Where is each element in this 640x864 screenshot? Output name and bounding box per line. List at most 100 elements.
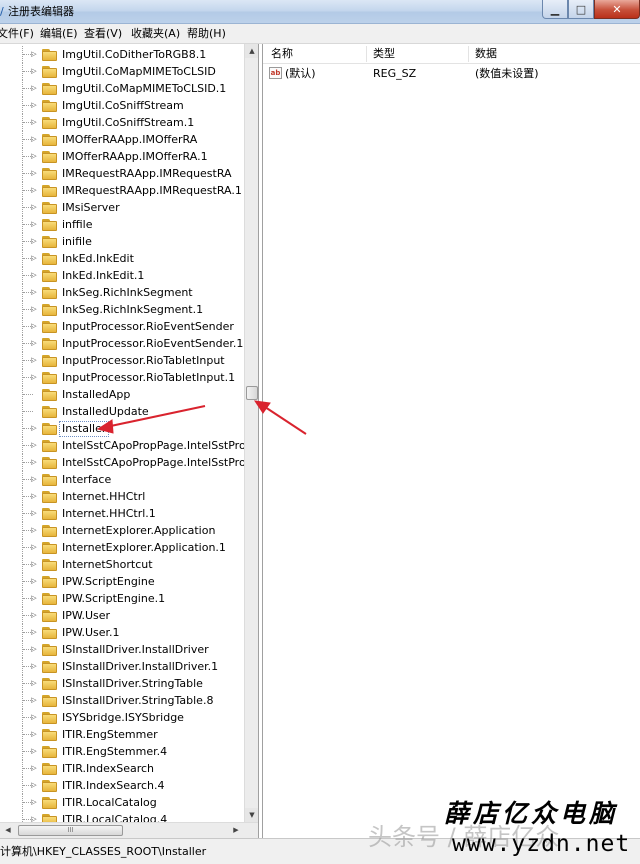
column-divider[interactable] bbox=[468, 46, 469, 62]
scroll-right-arrow-icon[interactable]: ▶ bbox=[228, 823, 244, 838]
tree-node[interactable]: ▷ ImgUtil.CoSniffStream bbox=[0, 97, 244, 114]
tree-node[interactable]: ▷ InkEd.InkEdit bbox=[0, 250, 244, 267]
expand-triangle-icon[interactable]: ▷ bbox=[30, 577, 38, 586]
scroll-up-arrow-icon[interactable]: ▲ bbox=[245, 44, 258, 58]
expand-triangle-icon[interactable]: ▷ bbox=[30, 509, 38, 518]
expand-triangle-icon[interactable]: ▷ bbox=[30, 475, 38, 484]
menu-file[interactable]: 文件(F) bbox=[0, 27, 34, 41]
expand-triangle-icon[interactable]: ▷ bbox=[30, 424, 38, 433]
tree-node[interactable]: InstalledApp bbox=[0, 386, 244, 403]
tree-node[interactable]: ▷ ITIR.LocalCatalog bbox=[0, 794, 244, 811]
column-header-name[interactable]: 名称 bbox=[271, 47, 293, 61]
maximize-button[interactable]: □ bbox=[568, 0, 594, 19]
expand-triangle-icon[interactable]: ▷ bbox=[30, 611, 38, 620]
expand-triangle-icon[interactable]: ▷ bbox=[30, 747, 38, 756]
expand-triangle-icon[interactable]: ▷ bbox=[30, 781, 38, 790]
value-row[interactable]: ab (默认) REG_SZ (数值未设置) bbox=[263, 65, 640, 82]
tree-node[interactable]: ▷ Interface bbox=[0, 471, 244, 488]
tree-node[interactable]: ▷ ITIR.EngStemmer bbox=[0, 726, 244, 743]
tree-node[interactable]: ▷ ISYSbridge.ISYSbridge bbox=[0, 709, 244, 726]
tree-node[interactable]: ▷ IntelSstCApoPropPage.IntelSstPropPa bbox=[0, 437, 244, 454]
tree-node[interactable]: ▷ ImgUtil.CoMapMIMEToCLSID bbox=[0, 63, 244, 80]
horizontal-scroll-thumb[interactable]: III bbox=[18, 825, 123, 836]
expand-triangle-icon[interactable]: ▷ bbox=[30, 441, 38, 450]
tree-node[interactable]: ▷ IntelSstCApoPropPage.IntelSstPropPa bbox=[0, 454, 244, 471]
tree-node[interactable]: ▷ ISInstallDriver.StringTable bbox=[0, 675, 244, 692]
scroll-left-arrow-icon[interactable]: ◀ bbox=[0, 823, 16, 838]
expand-triangle-icon[interactable]: ▷ bbox=[30, 492, 38, 501]
tree-node[interactable]: ▷ InputProcessor.RioEventSender bbox=[0, 318, 244, 335]
tree-node[interactable]: ▷ Internet.HHCtrl.1 bbox=[0, 505, 244, 522]
tree-node[interactable]: ▷ InputProcessor.RioEventSender.1 bbox=[0, 335, 244, 352]
minimize-button[interactable]: ▁ bbox=[542, 0, 568, 19]
expand-triangle-icon[interactable]: ▷ bbox=[30, 339, 38, 348]
expand-triangle-icon[interactable]: ▷ bbox=[30, 713, 38, 722]
expand-triangle-icon[interactable]: ▷ bbox=[30, 118, 38, 127]
tree-node[interactable]: ▷ InkSeg.RichInkSegment.1 bbox=[0, 301, 244, 318]
expand-triangle-icon[interactable]: ▷ bbox=[30, 356, 38, 365]
tree-node[interactable]: ▷ ISInstallDriver.StringTable.8 bbox=[0, 692, 244, 709]
tree-node[interactable]: ▷ inffile bbox=[0, 216, 244, 233]
expand-triangle-icon[interactable]: ▷ bbox=[30, 560, 38, 569]
expand-triangle-icon[interactable]: ▷ bbox=[30, 458, 38, 467]
expand-triangle-icon[interactable]: ▷ bbox=[30, 764, 38, 773]
expand-triangle-icon[interactable]: ▷ bbox=[30, 679, 38, 688]
vertical-scroll-thumb[interactable] bbox=[246, 386, 258, 400]
tree-node[interactable]: ▷ IMOfferRAApp.IMOfferRA bbox=[0, 131, 244, 148]
expand-triangle-icon[interactable]: ▷ bbox=[30, 186, 38, 195]
tree-node[interactable]: ▷ InternetExplorer.Application.1 bbox=[0, 539, 244, 556]
expand-triangle-icon[interactable]: ▷ bbox=[30, 220, 38, 229]
expand-triangle-icon[interactable]: ▷ bbox=[30, 628, 38, 637]
key-tree[interactable]: ▷ ImgUtil.CoDitherToRGB8.1 ▷ ImgUtil.CoMapM… bbox=[0, 44, 244, 822]
tree-node[interactable]: ▷ inifile bbox=[0, 233, 244, 250]
expand-triangle-icon[interactable]: ▷ bbox=[30, 526, 38, 535]
column-divider[interactable] bbox=[366, 46, 367, 62]
expand-triangle-icon[interactable]: ▷ bbox=[30, 152, 38, 161]
tree-node[interactable]: ▷ ITIR.LocalCatalog.4 bbox=[0, 811, 244, 822]
expand-triangle-icon[interactable]: ▷ bbox=[30, 305, 38, 314]
tree-node[interactable]: ▷ InputProcessor.RioTabletInput.1 bbox=[0, 369, 244, 386]
expand-triangle-icon[interactable]: ▷ bbox=[30, 322, 38, 331]
expand-triangle-icon[interactable]: ▷ bbox=[30, 543, 38, 552]
tree-node[interactable]: ▷ InternetExplorer.Application bbox=[0, 522, 244, 539]
tree-node[interactable]: ▷ IMsiServer bbox=[0, 199, 244, 216]
menu-favorites[interactable]: 收藏夹(A) bbox=[131, 27, 180, 41]
expand-triangle-icon[interactable]: ▷ bbox=[30, 169, 38, 178]
expand-triangle-icon[interactable]: ▷ bbox=[30, 815, 38, 822]
close-button[interactable]: ✕ bbox=[594, 0, 640, 19]
tree-node[interactable]: ▷ InkSeg.RichInkSegment bbox=[0, 284, 244, 301]
tree-node-selected[interactable]: ▷ Installer bbox=[0, 420, 244, 437]
expand-triangle-icon[interactable]: ▷ bbox=[30, 135, 38, 144]
menu-view[interactable]: 查看(V) bbox=[84, 27, 122, 41]
expand-triangle-icon[interactable]: ▷ bbox=[30, 254, 38, 263]
expand-triangle-icon[interactable]: ▷ bbox=[30, 373, 38, 382]
menu-help[interactable]: 帮助(H) bbox=[187, 27, 226, 41]
tree-node[interactable]: ▷ IPW.User.1 bbox=[0, 624, 244, 641]
expand-triangle-icon[interactable]: ▷ bbox=[30, 67, 38, 76]
tree-node[interactable]: ▷ IMRequestRAApp.IMRequestRA.1 bbox=[0, 182, 244, 199]
expand-triangle-icon[interactable]: ▷ bbox=[30, 798, 38, 807]
tree-node[interactable]: ▷ ISInstallDriver.InstallDriver bbox=[0, 641, 244, 658]
tree-node[interactable]: ▷ IPW.ScriptEngine.1 bbox=[0, 590, 244, 607]
expand-triangle-icon[interactable]: ▷ bbox=[30, 237, 38, 246]
expand-triangle-icon[interactable]: ▷ bbox=[30, 271, 38, 280]
tree-node[interactable]: ▷ IPW.User bbox=[0, 607, 244, 624]
expand-triangle-icon[interactable]: ▷ bbox=[30, 662, 38, 671]
tree-node[interactable]: InstalledUpdate bbox=[0, 403, 244, 420]
tree-node[interactable]: ▷ ITIR.IndexSearch bbox=[0, 760, 244, 777]
tree-vertical-scrollbar[interactable]: ▲ ▼ bbox=[244, 44, 258, 822]
tree-node[interactable]: ▷ ImgUtil.CoMapMIMEToCLSID.1 bbox=[0, 80, 244, 97]
tree-node[interactable]: ▷ InputProcessor.RioTabletInput bbox=[0, 352, 244, 369]
tree-node[interactable]: ▷ ISInstallDriver.InstallDriver.1 bbox=[0, 658, 244, 675]
menu-edit[interactable]: 编辑(E) bbox=[40, 27, 78, 41]
tree-node[interactable]: ▷ IPW.ScriptEngine bbox=[0, 573, 244, 590]
tree-node[interactable]: ▷ IMRequestRAApp.IMRequestRA bbox=[0, 165, 244, 182]
tree-node[interactable]: ▷ IMOfferRAApp.IMOfferRA.1 bbox=[0, 148, 244, 165]
expand-triangle-icon[interactable]: ▷ bbox=[30, 696, 38, 705]
expand-triangle-icon[interactable]: ▷ bbox=[30, 101, 38, 110]
tree-node[interactable]: ▷ Internet.HHCtrl bbox=[0, 488, 244, 505]
expand-triangle-icon[interactable]: ▷ bbox=[30, 84, 38, 93]
column-header-type[interactable]: 类型 bbox=[373, 47, 395, 61]
tree-node[interactable]: ▷ ITIR.EngStemmer.4 bbox=[0, 743, 244, 760]
expand-triangle-icon[interactable]: ▷ bbox=[30, 645, 38, 654]
